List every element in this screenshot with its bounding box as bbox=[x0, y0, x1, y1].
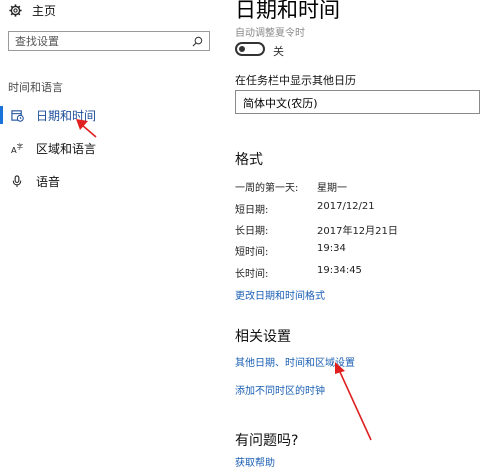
format-key: 一周的第一天: bbox=[235, 183, 299, 194]
search-input[interactable] bbox=[15, 34, 185, 48]
section-label: 时间和语言 bbox=[8, 81, 63, 94]
home-nav-item[interactable]: 主页 bbox=[9, 0, 56, 20]
sidebar-item-region-language[interactable]: A 字 区域和语言 bbox=[0, 137, 222, 159]
format-value: 19:34 bbox=[317, 243, 346, 254]
dst-toggle-state: 关 bbox=[273, 45, 284, 58]
format-value: 星期一 bbox=[317, 183, 347, 194]
gear-icon bbox=[9, 3, 22, 17]
sidebar-item-label: 区域和语言 bbox=[36, 141, 97, 156]
sidebar-item-date-time[interactable]: 日期和时间 bbox=[0, 104, 222, 126]
extra-calendar-select[interactable]: 简体中文(农历) bbox=[235, 90, 480, 114]
format-value: 2017/12/21 bbox=[317, 201, 375, 212]
related-settings-heading: 相关设置 bbox=[235, 329, 291, 345]
search-icon[interactable] bbox=[192, 36, 203, 47]
home-label: 主页 bbox=[32, 3, 57, 18]
format-key: 长日期: bbox=[235, 226, 269, 237]
format-value: 19:34:45 bbox=[317, 265, 362, 276]
selection-indicator bbox=[0, 106, 3, 124]
sidebar: 主页 时间和语言 日期和时间 A 字 区域和语言 bbox=[0, 0, 222, 475]
microphone-icon bbox=[10, 174, 24, 188]
dst-label: 自动调整夏令时 bbox=[235, 28, 305, 39]
format-key: 长时间: bbox=[235, 269, 269, 280]
format-key: 短时间: bbox=[235, 247, 269, 258]
dst-toggle[interactable] bbox=[235, 42, 265, 56]
annotation-arrow bbox=[335, 362, 372, 441]
search-box[interactable] bbox=[8, 31, 210, 51]
format-key: 短日期: bbox=[235, 205, 269, 216]
format-value: 2017年12月21日 bbox=[317, 226, 398, 237]
extra-calendar-label: 在任务栏中显示其他日历 bbox=[235, 74, 356, 87]
sidebar-item-label: 日期和时间 bbox=[36, 108, 97, 123]
change-format-link[interactable]: 更改日期和时间格式 bbox=[235, 287, 325, 302]
additional-date-time-region-link[interactable]: 其他日期、时间和区域设置 bbox=[235, 354, 355, 369]
region-language-icon: A 字 bbox=[10, 141, 24, 155]
format-heading: 格式 bbox=[235, 152, 263, 168]
sidebar-item-label: 语音 bbox=[36, 174, 61, 189]
add-clocks-link[interactable]: 添加不同时区的时钟 bbox=[235, 382, 325, 397]
get-help-link[interactable]: 获取帮助 bbox=[235, 454, 275, 469]
help-heading: 有问题吗? bbox=[235, 433, 299, 449]
sidebar-item-speech[interactable]: 语音 bbox=[0, 170, 222, 192]
svg-text:字: 字 bbox=[16, 142, 23, 151]
page-title: 日期和时间 bbox=[235, 0, 340, 22]
calendar-clock-icon bbox=[10, 108, 24, 122]
toggle-knob bbox=[239, 46, 245, 52]
